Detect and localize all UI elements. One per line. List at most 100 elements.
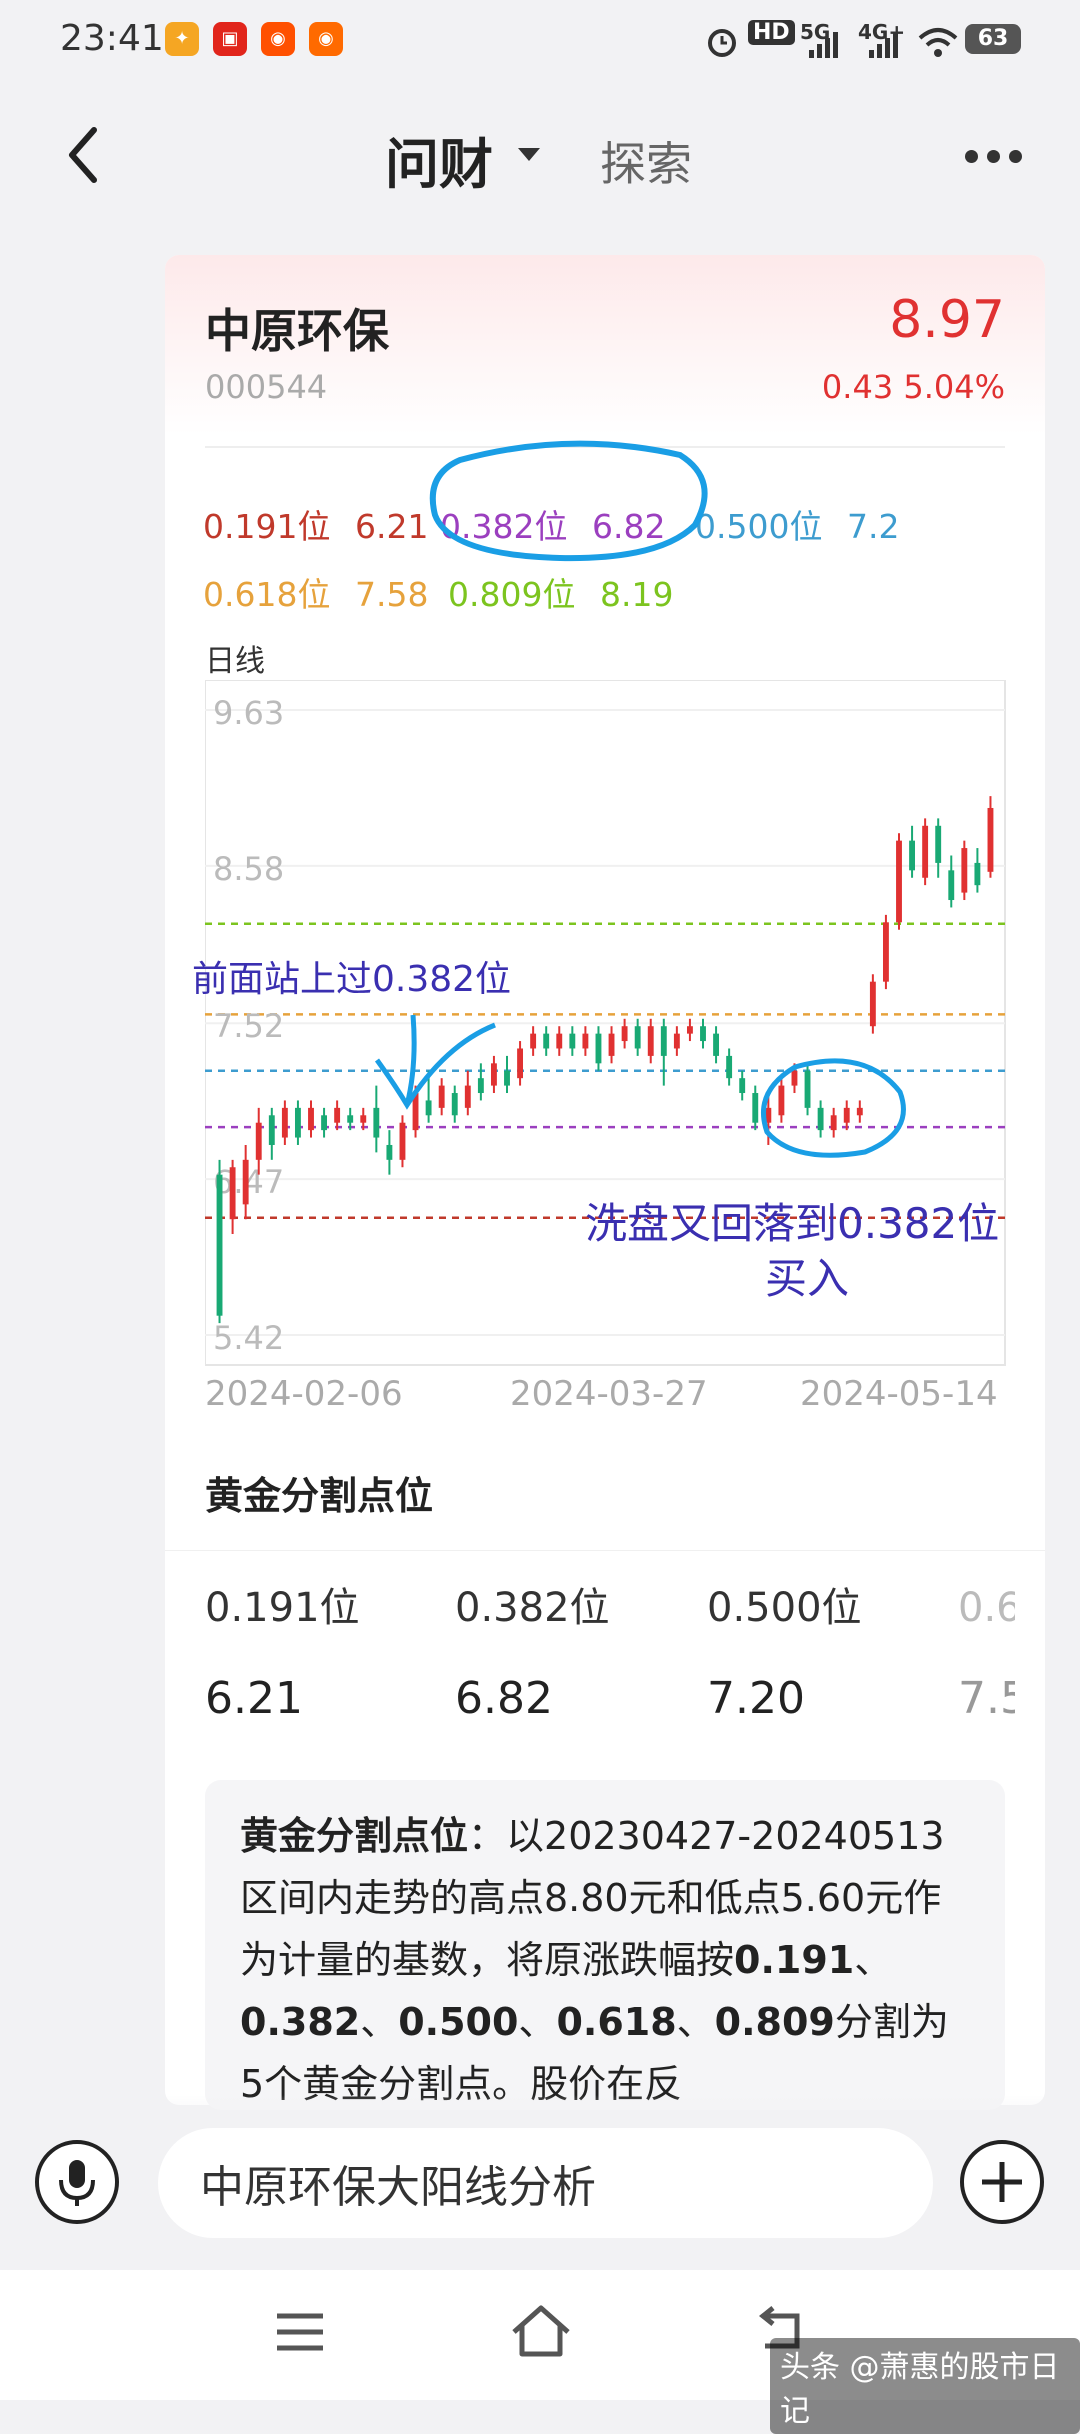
separator: 、 [676,2000,715,2044]
candle-body [347,1115,354,1123]
chat-input[interactable] [198,2156,902,2209]
candle-body [360,1115,367,1123]
candlestick-chart[interactable]: 9.63 8.58 7.52 6.47 5.42 2024-02-06 2024-03-2… [205,680,1015,1420]
description-box: 黄金分割点位：以20230427-20240513区间内走势的高点8.80元和低… [205,1780,1005,2110]
tab-explore[interactable]: 探索 [600,128,692,194]
separator: 、 [854,1938,893,1982]
candle-body [386,1144,393,1160]
candle-body [634,1026,641,1049]
candle-body [896,840,902,923]
dropdown-caret-icon[interactable] [518,148,540,161]
ratio-5: 0.809 [714,2000,835,2044]
alarm-icon [708,29,736,57]
y-tick-label: 8.58 [213,850,284,888]
stock-price: 8.97 [889,290,1005,350]
level-0809: 0.809位 8.19 [448,568,673,616]
candle-body [621,1026,628,1042]
candle-body [726,1055,733,1079]
level-0618: 0.618位 7.58 [203,568,428,616]
candle-body [569,1033,576,1049]
candle-body [281,1107,288,1138]
taobao-icon: ◉ [261,22,295,56]
golden-col: 0.500位 7.20 [707,1575,862,1724]
level-0191: 0.191位 6.21 [203,500,428,548]
mic-button[interactable] [35,2140,119,2224]
separator: 、 [360,2000,399,2044]
x-tick-label: 2024-02-06 [205,1374,403,1414]
candle-body [909,840,916,871]
status-time: 23:41 [60,18,164,59]
golden-col: 0.191位 6.21 [205,1575,360,1724]
candle-body [608,1033,615,1056]
candle-body [713,1033,720,1056]
add-button[interactable] [960,2140,1044,2224]
back-icon[interactable] [60,120,110,190]
more-icon[interactable] [965,150,1025,164]
level-label: 0.618位 [203,575,331,614]
golden-col-label: 0.618位 [958,1585,1015,1631]
home-icon[interactable] [510,2304,572,2358]
golden-col: 0.382位 6.82 [455,1575,610,1724]
level-value: 8.19 [599,575,674,614]
golden-col-value: 7.20 [707,1673,805,1724]
candle-body [308,1107,314,1131]
candle-body [334,1107,341,1123]
signal-5g-icon [809,32,838,58]
ratio-3: 0.500 [398,2000,519,2044]
chart-annotation-right: 洗盘又回落到0.382位 [585,1199,1000,1248]
ratio-2: 0.382 [240,2000,361,2044]
golden-col: 0.618位 7.58 [958,1575,1015,1724]
taobao-lite-icon: ◉ [309,22,343,56]
y-tick-label: 6.47 [213,1163,284,1201]
ratio-4: 0.618 [556,2000,677,2044]
section-title: 黄金分割点位 [205,1474,434,1518]
level-value: 7.58 [354,575,429,614]
candle-body [530,1033,537,1049]
candle-body [255,1122,262,1160]
description-text: 黄金分割点位：以20230427-20240513区间内走势的高点8.80元和低… [240,1805,970,2110]
candle-body [543,1033,550,1049]
golden-col-value: 6.21 [205,1673,303,1724]
level-label: 0.809位 [448,575,576,614]
y-tick-label: 9.63 [213,694,284,732]
level-value: 7.2 [846,507,900,546]
ratio-1: 0.191 [734,1938,855,1982]
candle-body [739,1078,746,1094]
candle-body [686,1026,693,1034]
y-tick-label: 5.42 [213,1319,284,1357]
chart-period-label: 日线 [205,644,265,679]
candle-body [869,981,876,1027]
candle-body [517,1048,524,1079]
jd-icon: ▣ [213,22,247,56]
stock-name[interactable]: 中原环保 [205,295,389,361]
stock-code: 000544 [205,368,328,406]
menu-icon[interactable] [275,2310,325,2354]
candle-body [321,1115,328,1131]
buy-circle [761,1058,906,1158]
candle-body [268,1115,275,1145]
golden-col-value: 6.82 [455,1673,553,1724]
candle-body [961,848,968,893]
candle-body [974,862,981,886]
wifi-icon [918,28,958,57]
chat-input-box[interactable] [158,2128,933,2238]
battery-indicator: 63 [965,24,1021,54]
golden-col-label: 0.191位 [205,1585,360,1631]
level-label: 0.191位 [203,507,331,546]
candle-body [582,1033,589,1049]
arrow-check-icon [374,1014,496,1110]
candle-body [673,1033,680,1049]
golden-col-value: 7.58 [958,1673,1015,1724]
candle-body [935,825,942,863]
golden-table[interactable]: 0.191位 6.21 0.382位 6.82 0.500位 7.20 0.61… [200,1575,1015,1735]
separator: 、 [518,2000,557,2044]
candle-body [556,1033,563,1049]
page-title[interactable]: 问财 [385,120,493,199]
x-tick-label: 2024-03-27 [510,1374,708,1414]
candle-body [216,1174,223,1316]
candle-body [948,870,955,901]
highlight-circle [429,440,708,562]
candle-body [242,1159,249,1205]
weibo-icon: ✦ [165,22,199,56]
candle-body [922,825,929,878]
